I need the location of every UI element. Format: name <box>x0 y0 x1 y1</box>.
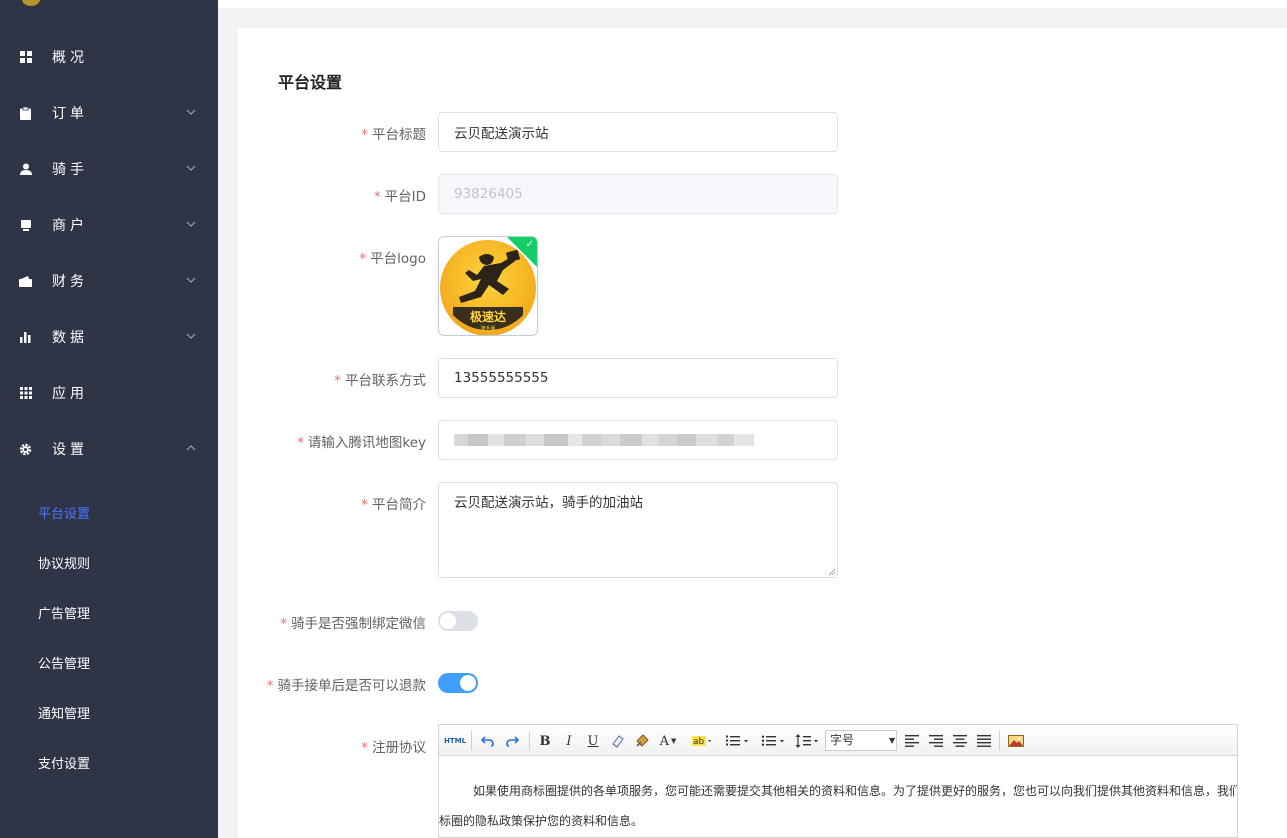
clipboard-icon <box>19 106 32 120</box>
chevron-down-icon <box>186 109 196 115</box>
platform-id-label: * 平台ID <box>373 189 426 205</box>
sidebar-subitem-payment-settings[interactable]: 支付设置 <box>38 755 90 775</box>
gear-icon <box>19 443 32 456</box>
logo-subtext: 骑手版 <box>480 325 495 332</box>
editor-content[interactable]: 如果使用商标圈提供的各单项服务，您可能还需要提交其他相关的资料和信息。为了提供更… <box>439 756 1237 837</box>
platform-contact-input[interactable]: 13555555555 <box>438 358 838 398</box>
store-icon <box>19 219 32 232</box>
sidebar-item-orders[interactable]: 订单 <box>0 85 218 141</box>
brand-logo <box>22 0 40 6</box>
svg-text:ab: ab <box>693 737 705 747</box>
align-center-icon[interactable] <box>951 731 969 751</box>
sidebar-item-label: 商户 <box>52 218 88 234</box>
chevron-down-icon <box>186 221 196 227</box>
chevron-down-icon <box>186 333 196 339</box>
platform-contact-label: * 平台联系方式 <box>334 373 426 389</box>
sidebar-item-label: 财务 <box>52 274 88 290</box>
font-color-button[interactable]: A ▼ <box>657 731 679 751</box>
sidebar-item-label: 数据 <box>52 330 88 346</box>
redacted-key-value <box>454 434 754 446</box>
undo-icon[interactable] <box>479 731 497 751</box>
sidebar-item-label: 订单 <box>52 106 88 122</box>
editor-paragraph: 标圈的隐私政策保护您的资料和信息。 <box>439 814 644 828</box>
font-size-select[interactable]: 字号 <box>825 730 897 751</box>
redo-icon[interactable] <box>503 731 521 751</box>
dashboard-grid-icon <box>19 51 32 64</box>
sidebar-item-riders[interactable]: 骑手 <box>0 141 218 197</box>
sidebar-item-merchants[interactable]: 商户 <box>0 197 218 253</box>
top-bar <box>218 0 1287 8</box>
map-key-label: * 请输入腾讯地图key <box>297 435 426 451</box>
highlight-color-icon[interactable]: ab <box>687 731 717 751</box>
platform-intro-label: * 平台简介 <box>361 497 426 513</box>
sidebar-item-label: 概况 <box>52 50 88 66</box>
chevron-down-icon <box>186 165 196 171</box>
italic-button[interactable]: I <box>561 731 577 751</box>
format-painter-icon[interactable] <box>633 731 651 751</box>
sidebar-item-label: 骑手 <box>52 162 88 178</box>
apps-grid-icon <box>19 387 32 400</box>
platform-title-input[interactable]: 云贝配送演示站 <box>438 112 838 152</box>
underline-button[interactable]: U <box>585 731 601 751</box>
align-justify-icon[interactable] <box>975 731 993 751</box>
platform-title-label: * 平台标题 <box>361 127 426 143</box>
section-title: 平台设置 <box>278 73 343 92</box>
sidebar: 概况 订单 骑手 商户 财务 数据 应用 设置 平台设置 协议规则 广告管理 公… <box>0 0 218 838</box>
align-left-icon[interactable] <box>903 731 921 751</box>
platform-intro-textarea[interactable]: 云贝配送演示站，骑手的加油站 <box>438 482 838 578</box>
platform-id-input: 93826405 <box>438 174 838 214</box>
bind-wechat-label: * 骑手是否强制绑定微信 <box>280 616 426 632</box>
sidebar-subitem-agreement-rules[interactable]: 协议规则 <box>38 555 90 575</box>
chevron-up-icon <box>186 445 196 451</box>
html-source-button[interactable]: HTML <box>444 731 466 751</box>
line-height-icon[interactable] <box>793 731 823 751</box>
sidebar-item-label: 设置 <box>52 442 88 458</box>
wallet-icon <box>19 275 32 288</box>
insert-image-icon[interactable] <box>1007 731 1025 751</box>
sidebar-subitem-ad-management[interactable]: 广告管理 <box>38 605 90 625</box>
rich-text-editor[interactable]: HTML B I U A ▼ ab 字号 ▼ 如果使用商标圈提供的各单项服务，您… <box>438 724 1238 838</box>
unordered-list-icon[interactable] <box>759 731 789 751</box>
sidebar-subitem-announcement-management[interactable]: 公告管理 <box>38 655 90 675</box>
sidebar-subitem-platform-settings[interactable]: 平台设置 <box>38 505 90 525</box>
bind-wechat-switch[interactable] <box>438 611 478 631</box>
refund-after-accept-label: * 骑手接单后是否可以退款 <box>266 678 426 694</box>
sidebar-item-label: 应用 <box>52 386 88 402</box>
logo-text: 极速达 <box>470 309 506 324</box>
eraser-icon[interactable] <box>609 731 627 751</box>
sidebar-item-data[interactable]: 数据 <box>0 309 218 365</box>
bold-button[interactable]: B <box>537 731 553 751</box>
refund-after-accept-switch[interactable] <box>438 673 478 693</box>
sidebar-item-settings[interactable]: 设置 <box>0 421 218 477</box>
map-key-input[interactable] <box>438 420 838 460</box>
bar-chart-icon <box>19 331 32 344</box>
editor-toolbar: HTML B I U A ▼ ab 字号 ▼ <box>439 725 1237 756</box>
chevron-down-icon: ▼ <box>889 736 896 745</box>
sidebar-item-apps[interactable]: 应用 <box>0 365 218 421</box>
check-icon: ✓ <box>525 239 534 250</box>
ordered-list-icon[interactable] <box>723 731 753 751</box>
editor-paragraph: 如果使用商标圈提供的各单项服务，您可能还需要提交其他相关的资料和信息。为了提供更… <box>473 784 1237 798</box>
logo-uploader[interactable]: 极速达 骑手版 ✓ <box>438 236 538 336</box>
sidebar-item-finance[interactable]: 财务 <box>0 253 218 309</box>
sidebar-item-overview[interactable]: 概况 <box>0 29 218 85</box>
align-right-icon[interactable] <box>927 731 945 751</box>
chevron-down-icon <box>186 277 196 283</box>
sidebar-subitem-notification-management[interactable]: 通知管理 <box>38 705 90 725</box>
user-icon <box>19 163 32 176</box>
platform-logo-label: * 平台logo <box>359 251 426 267</box>
register-agreement-label: * 注册协议 <box>361 740 426 756</box>
resize-grip-icon[interactable] <box>828 568 836 576</box>
